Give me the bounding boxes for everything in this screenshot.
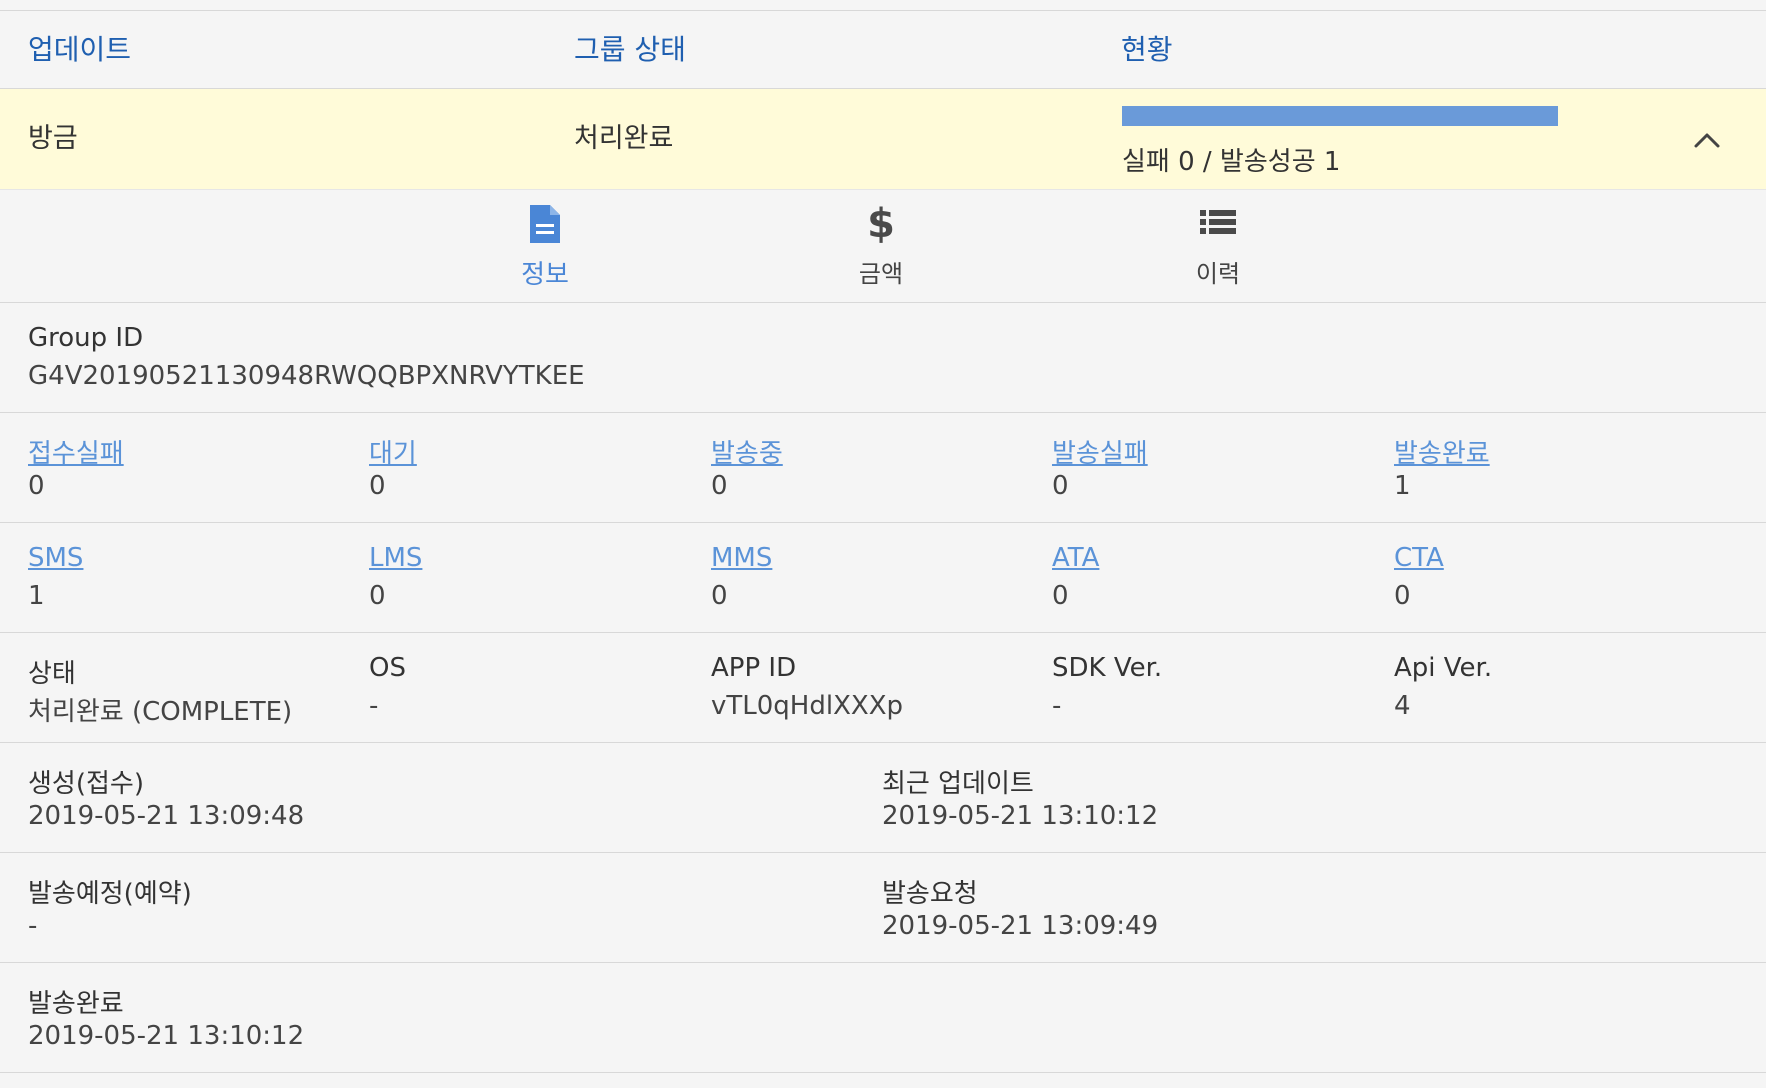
created-label: 생성(접수) xyxy=(28,769,144,799)
meta-os-value: - xyxy=(369,691,379,721)
count-send-fail-link[interactable]: 발송실패 xyxy=(1052,433,1148,470)
requested-label: 발송요청 xyxy=(882,879,978,909)
meta-status-value: 처리완료 (COMPLETE) xyxy=(28,697,293,727)
status-counts-row: 접수실패 0 대기 0 발송중 0 발송실패 0 발송완료 1 xyxy=(0,413,1766,523)
timestamps-row-2: 발송예정(예약) - 발송요청 2019-05-21 13:09:49 xyxy=(0,853,1766,963)
count-receive-fail-link[interactable]: 접수실패 xyxy=(28,433,124,470)
group-id-value: G4V20190521130948RWQQBPXNRVYTKEE xyxy=(28,361,585,391)
tab-amount-label: 금액 xyxy=(858,260,904,288)
summary-group-status: 처리완료 xyxy=(574,123,674,154)
requested-value: 2019-05-21 13:09:49 xyxy=(882,911,1159,941)
dollar-icon: $ xyxy=(867,201,895,247)
message-group-detail: 업데이트 그룹 상태 현황 방금 처리완료 실패 0 / 발송성공 1 정보 $… xyxy=(0,0,1766,1088)
count-value: 0 xyxy=(28,471,45,501)
table-header: 업데이트 그룹 상태 현황 xyxy=(0,11,1766,89)
meta-sdk-ver-value: - xyxy=(1052,691,1062,721)
type-value: 0 xyxy=(711,581,728,611)
type-value: 0 xyxy=(1394,581,1411,611)
completed-value: 2019-05-21 13:10:12 xyxy=(28,1021,305,1051)
type-ata-link[interactable]: ATA xyxy=(1052,543,1099,573)
group-id-label: Group ID xyxy=(28,323,144,353)
chevron-up-icon[interactable] xyxy=(1692,125,1722,155)
progress-bar xyxy=(1122,106,1558,126)
tab-history[interactable]: 이력 xyxy=(1148,202,1288,294)
meta-sdk-ver-label: SDK Ver. xyxy=(1052,653,1163,683)
count-send-complete-link[interactable]: 발송완료 xyxy=(1394,433,1490,470)
last-update-label: 최근 업데이트 xyxy=(882,769,1034,799)
list-icon xyxy=(1198,202,1238,246)
type-cta-link[interactable]: CTA xyxy=(1394,543,1444,573)
summary-updated: 방금 xyxy=(28,123,78,154)
meta-os-label: OS xyxy=(369,653,406,683)
document-icon xyxy=(525,202,565,246)
count-value: 0 xyxy=(1052,471,1069,501)
timestamps-row-3: 발송완료 2019-05-21 13:10:12 xyxy=(0,963,1766,1073)
group-summary-row[interactable]: 방금 처리완료 실패 0 / 발송성공 1 xyxy=(0,89,1766,190)
meta-status-label: 상태 xyxy=(28,659,76,689)
meta-app-id-label: APP ID xyxy=(711,653,797,683)
scheduled-label: 발송예정(예약) xyxy=(28,879,192,909)
group-id-row: Group ID G4V20190521130948RWQQBPXNRVYTKE… xyxy=(0,303,1766,413)
timestamps-row-1: 생성(접수) 2019-05-21 13:09:48 최근 업데이트 2019-… xyxy=(0,743,1766,853)
type-sms-link[interactable]: SMS xyxy=(28,543,83,573)
count-sending-link[interactable]: 발송중 xyxy=(711,433,783,470)
created-value: 2019-05-21 13:09:48 xyxy=(28,801,305,831)
tab-history-label: 이력 xyxy=(1195,260,1241,288)
type-value: 1 xyxy=(28,581,45,611)
progress-fill xyxy=(1122,106,1558,126)
meta-api-ver-value: 4 xyxy=(1394,691,1411,721)
detail-tabs: 정보 $ 금액 이력 xyxy=(0,190,1766,303)
tab-amount[interactable]: $ 금액 xyxy=(811,202,951,294)
count-value: 1 xyxy=(1394,471,1411,501)
completed-label: 발송완료 xyxy=(28,989,124,1019)
last-update-value: 2019-05-21 13:10:12 xyxy=(882,801,1159,831)
type-value: 0 xyxy=(1052,581,1069,611)
type-mms-link[interactable]: MMS xyxy=(711,543,772,573)
header-update[interactable]: 업데이트 xyxy=(28,11,131,88)
meta-api-ver-label: Api Ver. xyxy=(1394,653,1493,683)
count-value: 0 xyxy=(369,471,386,501)
meta-app-id-value: vTL0qHdlXXXp xyxy=(711,691,904,721)
header-status[interactable]: 현황 xyxy=(1121,11,1173,88)
type-lms-link[interactable]: LMS xyxy=(369,543,422,573)
meta-row: 상태 처리완료 (COMPLETE) OS - APP ID vTL0qHdlX… xyxy=(0,633,1766,743)
count-waiting-link[interactable]: 대기 xyxy=(369,433,417,470)
header-group-status[interactable]: 그룹 상태 xyxy=(574,11,686,88)
type-value: 0 xyxy=(369,581,386,611)
tab-info-label: 정보 xyxy=(521,260,569,290)
tab-info[interactable]: 정보 xyxy=(475,202,615,294)
message-types-row: SMS 1 LMS 0 MMS 0 ATA 0 CTA 0 xyxy=(0,523,1766,633)
scheduled-value: - xyxy=(28,911,38,941)
progress-text: 실패 0 / 발송성공 1 xyxy=(1122,147,1341,177)
count-value: 0 xyxy=(711,471,728,501)
